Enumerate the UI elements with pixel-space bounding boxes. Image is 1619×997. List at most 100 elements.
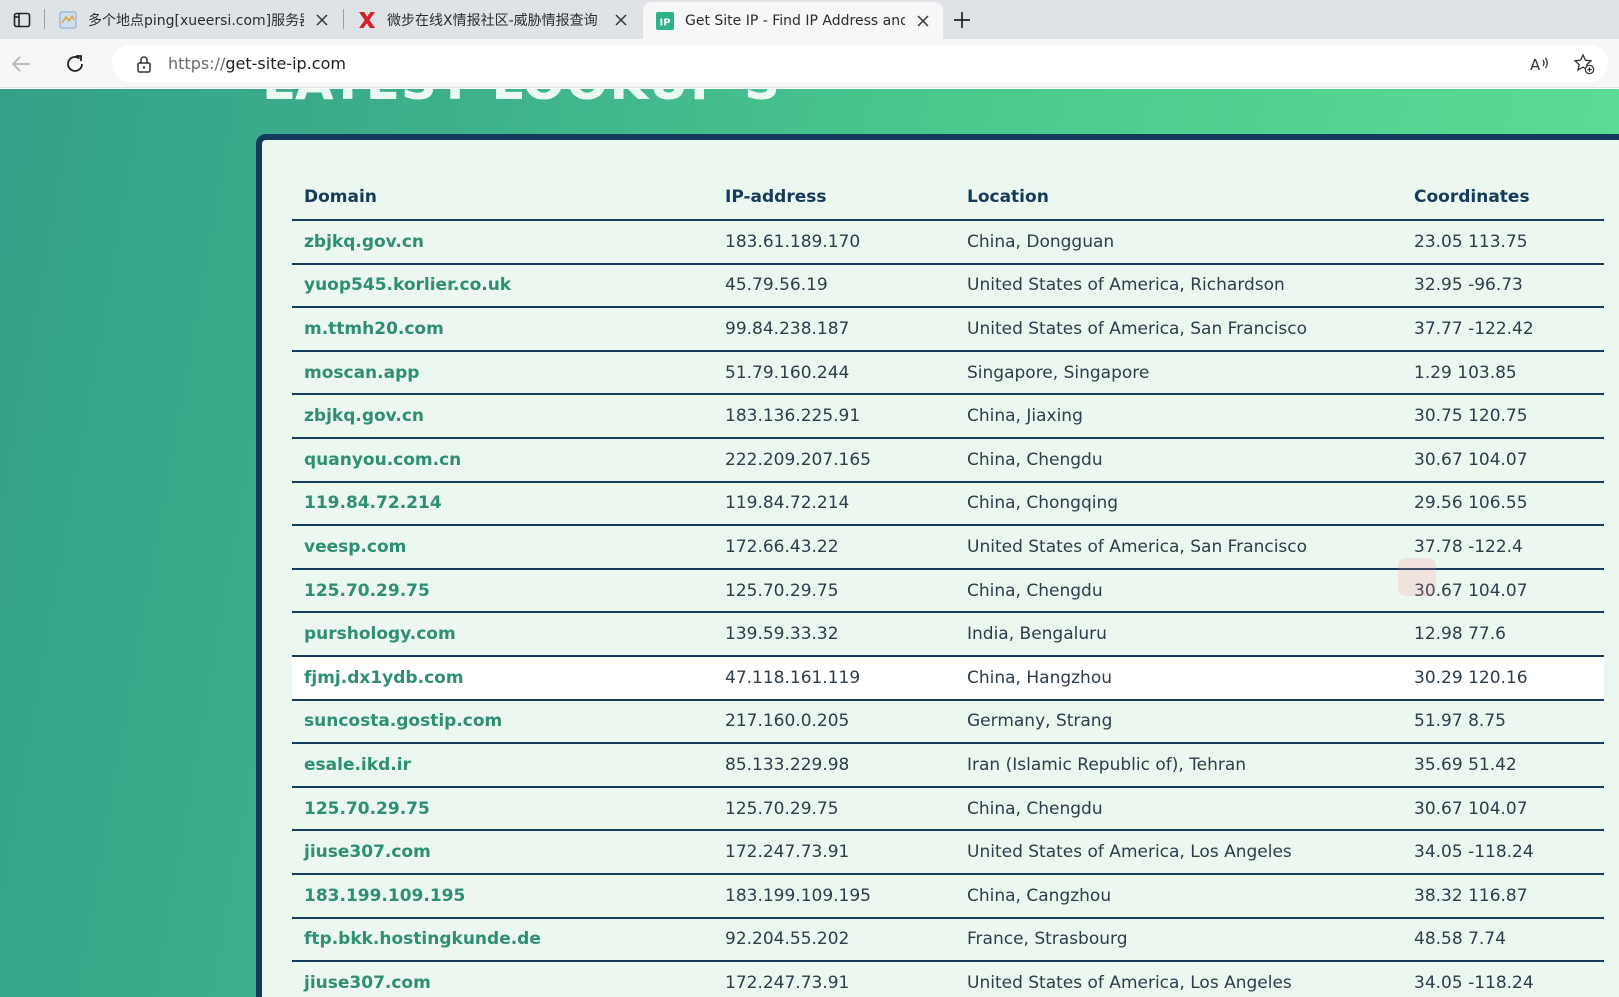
table-row: purshology.com 139.59.33.32 India, Bengalu… <box>292 612 1604 657</box>
location-cell: China, Chengdu <box>955 568 1402 614</box>
column-header-location: Location <box>955 174 1402 221</box>
table-row: 119.84.72.214 119.84.72.214 China, Chongqi… <box>292 481 1604 527</box>
read-aloud-button[interactable]: A <box>1524 45 1556 82</box>
url-scheme: https:// <box>168 54 226 73</box>
coordinates-cell: 35.69 51.42 <box>1402 743 1604 788</box>
domain-link[interactable]: fjmj.dx1ydb.com <box>292 655 713 701</box>
location-cell: United States of America, Richardson <box>955 263 1402 309</box>
ip-address-cell: 125.70.29.75 <box>713 786 955 832</box>
ip-address-cell: 92.204.55.202 <box>713 917 955 963</box>
domain-link[interactable]: jiuse307.com <box>292 830 713 875</box>
location-cell: China, Dongguan <box>955 220 1402 265</box>
coordinates-cell: 34.05 -118.24 <box>1402 830 1604 875</box>
domain-link[interactable]: jiuse307.com <box>292 961 713 997</box>
table-header-row: Domain IP-address Location Coordinates <box>292 174 1604 221</box>
domain-link[interactable]: 125.70.29.75 <box>292 786 713 832</box>
tab-actions-icon <box>13 12 31 27</box>
close-icon[interactable] <box>312 10 332 30</box>
ip-logo-icon: IP <box>655 11 675 31</box>
star-add-icon <box>1573 52 1595 74</box>
domain-link[interactable]: quanyou.com.cn <box>292 437 713 483</box>
tab-strip: 多个地点ping[xueersi.com]服务器 微步在线X情报社区-威胁情报查… <box>0 0 1619 39</box>
address-bar[interactable]: https://get-site-ip.com A <box>112 45 1608 82</box>
tab-separator <box>343 9 344 29</box>
ip-address-cell: 85.133.229.98 <box>713 743 955 788</box>
column-header-domain: Domain <box>292 174 713 221</box>
domain-link[interactable]: m.ttmh20.com <box>292 307 713 352</box>
ip-address-cell: 125.70.29.75 <box>713 568 955 614</box>
tab-title: 微步在线X情报社区-威胁情报查询 <box>387 12 598 29</box>
tab-threatbook[interactable]: 微步在线X情报社区-威胁情报查询 <box>345 0 641 39</box>
coordinates-cell: 30.75 120.75 <box>1402 394 1604 439</box>
location-cell: United States of America, San Francisco <box>955 307 1402 352</box>
coordinates-cell: 48.58 7.74 <box>1402 917 1604 963</box>
ip-address-cell: 183.199.109.195 <box>713 873 955 919</box>
refresh-button[interactable] <box>60 49 90 79</box>
domain-link[interactable]: moscan.app <box>292 350 713 396</box>
table-row: m.ttmh20.com 99.84.238.187 United States o… <box>292 307 1604 352</box>
domain-link[interactable]: 183.199.109.195 <box>292 873 713 919</box>
close-icon[interactable] <box>913 11 933 31</box>
table-row: quanyou.com.cn 222.209.207.165 China, Chen… <box>292 437 1604 483</box>
table-row: zbjkq.gov.cn 183.61.189.170 China, Donggua… <box>292 220 1604 265</box>
tab-actions-button[interactable] <box>0 0 44 39</box>
ip-address-cell: 47.118.161.119 <box>713 655 955 701</box>
add-favorite-button[interactable] <box>1568 45 1600 82</box>
coordinates-cell: 37.77 -122.42 <box>1402 307 1604 352</box>
table-row: moscan.app 51.79.160.244 Singapore, Singap… <box>292 350 1604 396</box>
ip-address-cell: 217.160.0.205 <box>713 699 955 745</box>
table-row: suncosta.gostip.com 217.160.0.205 Germany,… <box>292 699 1604 745</box>
table-row: 125.70.29.75 125.70.29.75 China, Chengdu 30… <box>292 786 1604 832</box>
coordinates-cell: 30.67 104.07 <box>1402 437 1604 483</box>
coordinates-cell: 32.95 -96.73 <box>1402 263 1604 309</box>
coordinates-cell: 38.32 116.87 <box>1402 873 1604 919</box>
page-content: LATEST LOOKUP'S Domain IP-address Locati… <box>0 89 1619 997</box>
location-cell: United States of America, San Francisco <box>955 525 1402 570</box>
read-aloud-icon: A <box>1530 56 1548 74</box>
domain-link[interactable]: zbjkq.gov.cn <box>292 220 713 265</box>
coordinates-cell: 34.05 -118.24 <box>1402 961 1604 997</box>
location-cell: Singapore, Singapore <box>955 350 1402 396</box>
domain-link[interactable]: ftp.bkk.hostingkunde.de <box>292 917 713 963</box>
domain-link[interactable]: 119.84.72.214 <box>292 481 713 527</box>
location-cell: France, Strasbourg <box>955 917 1402 963</box>
tab-separator <box>44 9 45 29</box>
domain-link[interactable]: purshology.com <box>292 612 713 657</box>
ip-address-cell: 139.59.33.32 <box>713 612 955 657</box>
browser-toolbar: https://get-site-ip.com A <box>0 39 1619 88</box>
location-cell: China, Chengdu <box>955 437 1402 483</box>
coordinates-cell: 51.97 8.75 <box>1402 699 1604 745</box>
location-cell: China, Jiaxing <box>955 394 1402 439</box>
ip-address-cell: 172.66.43.22 <box>713 525 955 570</box>
domain-link[interactable]: zbjkq.gov.cn <box>292 394 713 439</box>
column-header-coordinates: Coordinates <box>1402 174 1604 221</box>
new-tab-button[interactable] <box>948 6 976 34</box>
ip-address-cell: 99.84.238.187 <box>713 307 955 352</box>
coordinates-cell: 23.05 113.75 <box>1402 220 1604 265</box>
refresh-icon <box>67 55 83 72</box>
domain-link[interactable]: suncosta.gostip.com <box>292 699 713 745</box>
domain-link[interactable]: esale.ikd.ir <box>292 743 713 788</box>
url-text[interactable]: https://get-site-ip.com <box>168 54 346 73</box>
location-cell: India, Bengaluru <box>955 612 1402 657</box>
location-cell: China, Cangzhou <box>955 873 1402 919</box>
tab-title: Get Site IP - Find IP Address and <box>685 12 905 29</box>
arrow-left-icon <box>11 56 30 72</box>
domain-link[interactable]: yuop545.korlier.co.uk <box>292 263 713 309</box>
back-button[interactable] <box>6 49 36 79</box>
coordinates-cell: 29.56 106.55 <box>1402 481 1604 527</box>
location-cell: China, Chengdu <box>955 786 1402 832</box>
ip-address-cell: 183.61.189.170 <box>713 220 955 265</box>
ip-address-cell: 183.136.225.91 <box>713 394 955 439</box>
lock-icon[interactable] <box>134 54 154 74</box>
table-row: ftp.bkk.hostingkunde.de 92.204.55.202 Fran… <box>292 917 1604 963</box>
tab-get-site-ip[interactable]: IP Get Site IP - Find IP Address and <box>643 2 943 39</box>
x-logo-icon <box>357 10 377 30</box>
close-icon[interactable] <box>611 10 631 30</box>
table-row: yuop545.korlier.co.uk 45.79.56.19 United S… <box>292 263 1604 309</box>
tab-xueersi-ping[interactable]: 多个地点ping[xueersi.com]服务器 <box>46 0 342 39</box>
ip-address-cell: 172.247.73.91 <box>713 961 955 997</box>
svg-text:A: A <box>1530 56 1541 74</box>
domain-link[interactable]: veesp.com <box>292 525 713 570</box>
domain-link[interactable]: 125.70.29.75 <box>292 568 713 614</box>
